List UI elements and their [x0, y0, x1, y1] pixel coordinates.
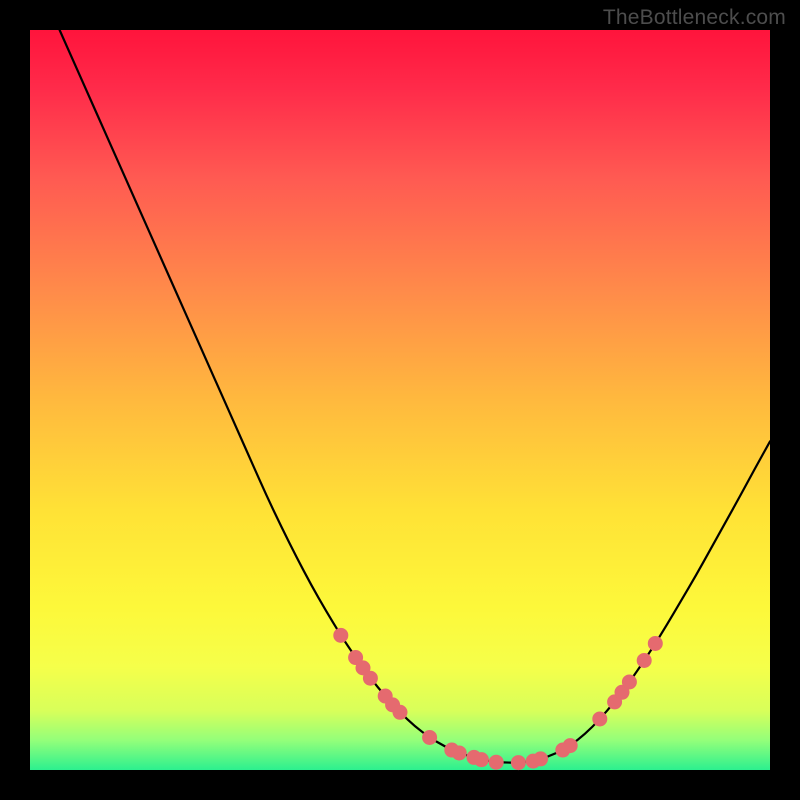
curve-marker [393, 705, 407, 719]
watermark-text: TheBottleneck.com [603, 6, 786, 30]
curve-marker [474, 753, 488, 767]
chart-svg [30, 30, 770, 770]
curve-marker [534, 752, 548, 766]
bottleneck-curve [60, 30, 770, 763]
curve-marker [648, 636, 662, 650]
curve-marker [334, 628, 348, 642]
curve-marker [489, 755, 503, 769]
curve-marker [563, 739, 577, 753]
curve-markers [334, 628, 663, 769]
curve-marker [511, 756, 525, 770]
curve-marker [452, 746, 466, 760]
curve-marker [363, 671, 377, 685]
curve-marker [423, 730, 437, 744]
curve-marker [593, 712, 607, 726]
curve-marker [637, 653, 651, 667]
curve-marker [622, 675, 636, 689]
